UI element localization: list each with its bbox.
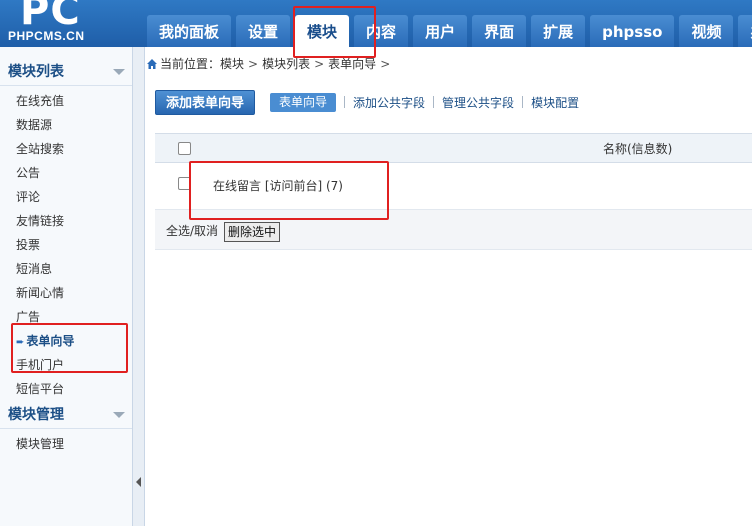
tab-form-wizard[interactable]: 表单向导 (270, 92, 337, 112)
sidebar-item-short-message[interactable]: 短消息 (0, 257, 132, 281)
manage-public-field-link[interactable]: 管理公共字段 (434, 94, 522, 111)
home-icon[interactable] (146, 58, 158, 70)
sidebar-item-news-mood[interactable]: 新闻心情 (0, 281, 132, 305)
sidebar-section-title: 模块管理 (8, 407, 64, 423)
sidebar: 模块列表 在线充值 数据源 全站搜索 公告 评论 友情链接 投票 短消息 新闻心… (0, 47, 133, 526)
main-nav: 我的面板 设置 模块 内容 用户 界面 扩展 phpsso 视频 办 (147, 15, 752, 47)
breadcrumb-separator: > (380, 57, 391, 71)
add-form-wizard-button[interactable]: 添加表单向导 (155, 89, 256, 115)
breadcrumb-link-modules[interactable]: 模块 (220, 57, 244, 71)
breadcrumb: 当前位置：模块 > 模块列表 > 表单向导 > (146, 52, 752, 76)
delete-selected-button[interactable]: 删除选中 (224, 222, 281, 242)
sidebar-collapse-bar[interactable] (133, 47, 145, 526)
sidebar-item-module-management[interactable]: 模块管理 (0, 432, 132, 456)
breadcrumb-label: 当前位置： (160, 57, 221, 71)
tab-video[interactable]: 视频 (679, 15, 734, 47)
sidebar-section-module-list[interactable]: 模块列表 (0, 58, 132, 86)
breadcrumb-separator: > (248, 57, 259, 71)
breadcrumb-link-module-list[interactable]: 模块列表 (262, 57, 310, 71)
add-public-field-link[interactable]: 添加公共字段 (345, 94, 433, 111)
sidebar-item-announcement[interactable]: 公告 (0, 161, 132, 185)
top-header: PC PHPCMS.CN 我的面板 设置 模块 内容 用户 界面 扩展 phps… (0, 0, 752, 47)
sidebar-item-friend-links[interactable]: 友情链接 (0, 209, 132, 233)
select-all-checkbox[interactable] (178, 142, 191, 155)
sidebar-item-site-search[interactable]: 全站搜索 (0, 137, 132, 161)
action-toolbar: 添加表单向导 表单向导 添加公共字段 管理公共字段 模块配置 (155, 89, 752, 115)
column-header-name: 名称(信息数) (603, 142, 673, 156)
sidebar-item-data-source[interactable]: 数据源 (0, 113, 132, 137)
chevron-down-icon[interactable] (113, 412, 125, 418)
sidebar-section-module-management[interactable]: 模块管理 (0, 401, 132, 429)
collapse-left-icon[interactable] (136, 477, 141, 487)
tab-my-panel[interactable]: 我的面板 (147, 15, 232, 47)
tab-extensions[interactable]: 扩展 (531, 15, 586, 47)
select-all-toggle[interactable]: 全选/取消 (166, 221, 218, 241)
highlight-box-form-row (189, 161, 389, 220)
sidebar-item-sms-platform[interactable]: 短信平台 (0, 377, 132, 401)
tab-office[interactable]: 办 (738, 15, 752, 47)
sidebar-section-title: 模块列表 (8, 64, 64, 80)
tab-settings[interactable]: 设置 (236, 15, 291, 47)
chevron-down-icon[interactable] (113, 69, 125, 75)
tab-users[interactable]: 用户 (413, 15, 468, 47)
phpcms-logo[interactable]: PC PHPCMS.CN (0, 0, 140, 47)
logo-subtitle: PHPCMS.CN (8, 29, 85, 43)
tab-phpsso[interactable]: phpsso (590, 15, 675, 47)
sidebar-item-online-recharge[interactable]: 在线充值 (0, 89, 132, 113)
tab-interface[interactable]: 界面 (472, 15, 527, 47)
breadcrumb-link-form-wizard[interactable]: 表单向导 (328, 57, 376, 71)
module-management-menu: 模块管理 (0, 429, 132, 456)
sidebar-item-vote[interactable]: 投票 (0, 233, 132, 257)
highlight-box-form-wizard (11, 323, 128, 373)
module-config-link[interactable]: 模块配置 (523, 94, 587, 111)
table-header: 名称(信息数) (155, 133, 752, 163)
breadcrumb-separator: > (314, 57, 325, 71)
highlight-box-modules-tab (293, 6, 376, 58)
sidebar-item-comments[interactable]: 评论 (0, 185, 132, 209)
